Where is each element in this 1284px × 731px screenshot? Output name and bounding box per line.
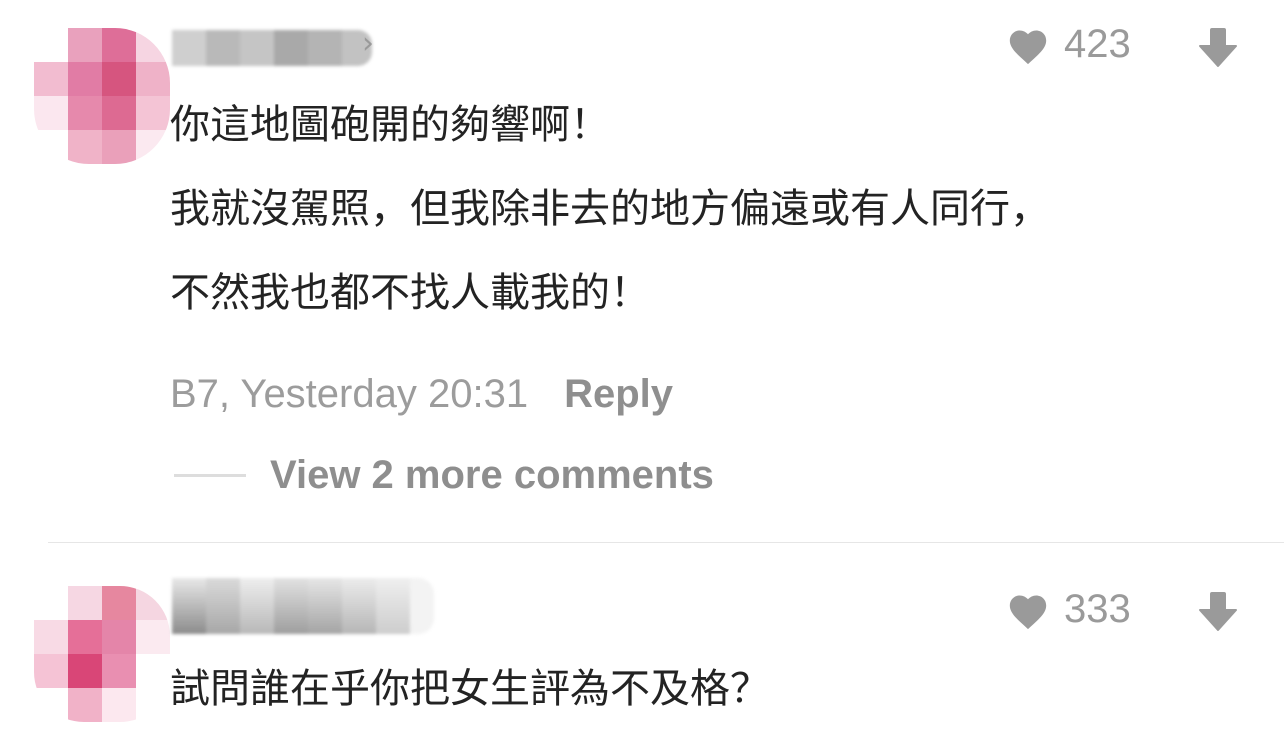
username-redacted[interactable] (172, 578, 434, 634)
comment-line: 試問誰在乎你把女生評為不及格？ (170, 666, 770, 712)
heart-icon (1009, 29, 1047, 64)
thumb-down-arrow-icon[interactable] (1198, 26, 1238, 68)
view-more-label[interactable]: View 2 more comments (270, 453, 714, 498)
like-count: 333 (1064, 587, 1131, 631)
comment-item: › 423 你這地圖砲開的夠響啊！ 我就沒駕照，但我除非去的地方偏遠或有人同行，… (0, 0, 1284, 542)
reply-button[interactable]: Reply (564, 372, 673, 416)
heart-icon (1009, 594, 1047, 629)
divider-line (174, 474, 246, 477)
comment-meta: B7, Yesterday 20:31 Reply (170, 372, 673, 417)
comment-line: 你這地圖砲開的夠響啊！ (170, 102, 610, 148)
view-more-comments[interactable]: View 2 more comments (174, 453, 714, 498)
comment-line: 不然我也都不找人載我的！ (170, 270, 650, 316)
avatar[interactable] (34, 586, 170, 722)
like-button[interactable]: 423 (1006, 22, 1131, 67)
like-button[interactable]: 333 (1006, 587, 1131, 632)
comment-text: 試問誰在乎你把女生評為不及格？ (170, 647, 770, 731)
chevron-right-icon[interactable]: › (362, 26, 374, 61)
thumb-down-arrow-icon[interactable] (1198, 590, 1238, 632)
comment-line: 我就沒駕照，但我除非去的地方偏遠或有人同行， (170, 186, 1050, 232)
username-redacted[interactable] (172, 30, 372, 66)
comment-item: 333 試問誰在乎你把女生評為不及格？ (0, 543, 1284, 727)
floor-timestamp: B7, Yesterday 20:31 (170, 372, 529, 416)
avatar[interactable] (34, 28, 170, 164)
like-count: 423 (1064, 22, 1131, 66)
comment-text: 你這地圖砲開的夠響啊！ 我就沒駕照，但我除非去的地方偏遠或有人同行， 不然我也都… (170, 83, 1050, 335)
